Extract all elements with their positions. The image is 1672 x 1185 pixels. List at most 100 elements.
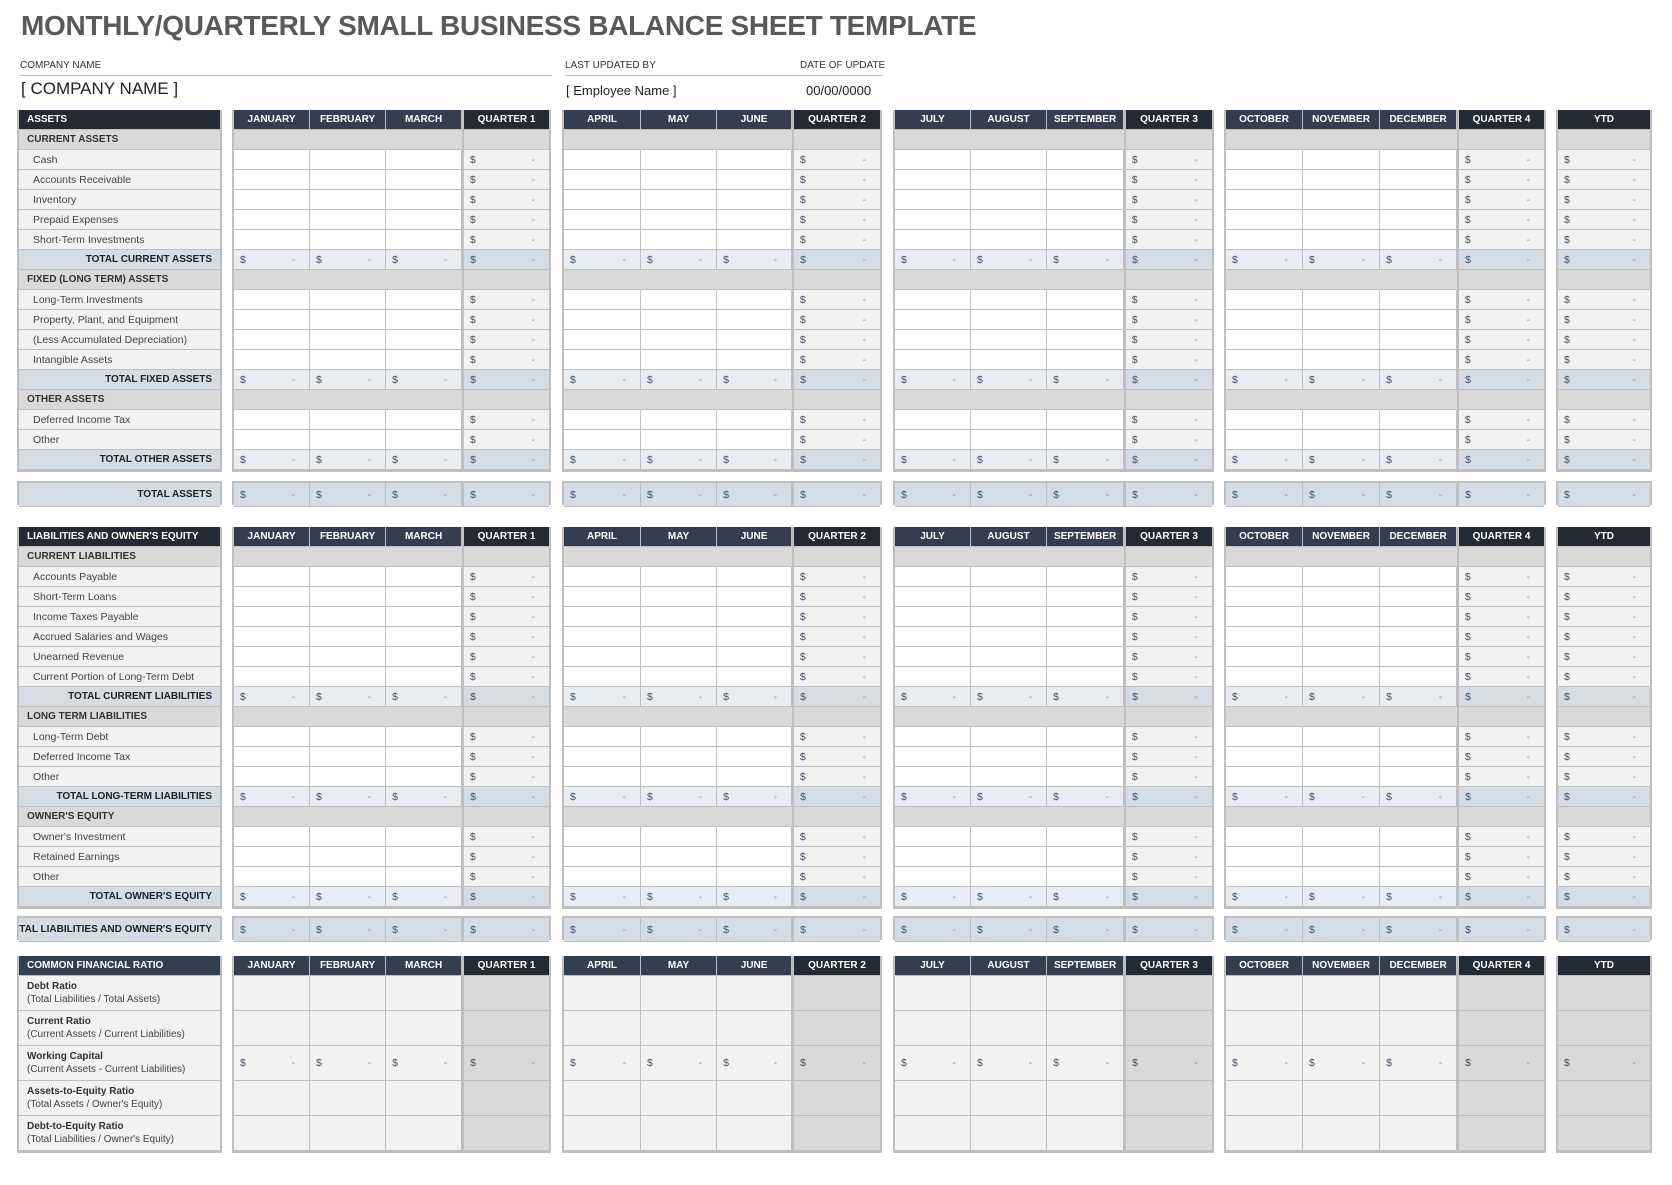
- month-input-cell[interactable]: [1379, 587, 1457, 607]
- month-input-cell[interactable]: [1226, 190, 1303, 210]
- month-input-cell[interactable]: [1302, 210, 1380, 230]
- month-input-cell[interactable]: [1302, 647, 1380, 667]
- month-input-cell[interactable]: [1379, 310, 1457, 330]
- month-input-cell[interactable]: [309, 230, 386, 250]
- month-input-cell[interactable]: [640, 587, 717, 607]
- month-input-cell[interactable]: [234, 767, 310, 787]
- month-input-cell[interactable]: [1046, 867, 1124, 887]
- month-input-cell[interactable]: [1379, 430, 1457, 450]
- month-input-cell[interactable]: [1226, 210, 1303, 230]
- month-input-cell[interactable]: [640, 230, 717, 250]
- month-input-cell[interactable]: [895, 847, 971, 867]
- month-input-cell[interactable]: [1046, 230, 1124, 250]
- employee-name-field[interactable]: [ Employee Name ]: [566, 83, 677, 98]
- month-input-cell[interactable]: [309, 290, 386, 310]
- month-input-cell[interactable]: [716, 210, 792, 230]
- month-input-cell[interactable]: [385, 230, 462, 250]
- month-input-cell[interactable]: [1226, 587, 1303, 607]
- month-input-cell[interactable]: [234, 350, 310, 370]
- month-input-cell[interactable]: [1302, 290, 1380, 310]
- month-input-cell[interactable]: [1302, 727, 1380, 747]
- month-input-cell[interactable]: [1379, 867, 1457, 887]
- month-input-cell[interactable]: [1302, 827, 1380, 847]
- month-input-cell[interactable]: [309, 190, 386, 210]
- month-input-cell[interactable]: [385, 190, 462, 210]
- month-input-cell[interactable]: [1379, 647, 1457, 667]
- month-input-cell[interactable]: [1379, 667, 1457, 687]
- month-input-cell[interactable]: [309, 410, 386, 430]
- month-input-cell[interactable]: [385, 627, 462, 647]
- month-input-cell[interactable]: [970, 190, 1047, 210]
- month-input-cell[interactable]: [234, 290, 310, 310]
- month-input-cell[interactable]: [716, 847, 792, 867]
- month-input-cell[interactable]: [970, 350, 1047, 370]
- month-input-cell[interactable]: [716, 827, 792, 847]
- month-input-cell[interactable]: [234, 190, 310, 210]
- month-input-cell[interactable]: [1302, 847, 1380, 867]
- month-input-cell[interactable]: [309, 647, 386, 667]
- month-input-cell[interactable]: [640, 430, 717, 450]
- month-input-cell[interactable]: [970, 747, 1047, 767]
- month-input-cell[interactable]: [234, 607, 310, 627]
- month-input-cell[interactable]: [564, 330, 641, 350]
- month-input-cell[interactable]: [640, 767, 717, 787]
- month-input-cell[interactable]: [716, 627, 792, 647]
- month-input-cell[interactable]: [234, 210, 310, 230]
- month-input-cell[interactable]: [970, 567, 1047, 587]
- month-input-cell[interactable]: [1046, 727, 1124, 747]
- month-input-cell[interactable]: [640, 410, 717, 430]
- month-input-cell[interactable]: [1226, 847, 1303, 867]
- month-input-cell[interactable]: [564, 667, 641, 687]
- month-input-cell[interactable]: [895, 767, 971, 787]
- month-input-cell[interactable]: [895, 350, 971, 370]
- month-input-cell[interactable]: [385, 170, 462, 190]
- month-input-cell[interactable]: [716, 747, 792, 767]
- month-input-cell[interactable]: [1379, 727, 1457, 747]
- month-input-cell[interactable]: [564, 767, 641, 787]
- month-input-cell[interactable]: [309, 150, 386, 170]
- month-input-cell[interactable]: [640, 867, 717, 887]
- month-input-cell[interactable]: [640, 350, 717, 370]
- month-input-cell[interactable]: [640, 290, 717, 310]
- month-input-cell[interactable]: [1379, 190, 1457, 210]
- month-input-cell[interactable]: [1379, 350, 1457, 370]
- month-input-cell[interactable]: [1379, 170, 1457, 190]
- month-input-cell[interactable]: [895, 747, 971, 767]
- month-input-cell[interactable]: [716, 430, 792, 450]
- month-input-cell[interactable]: [385, 150, 462, 170]
- month-input-cell[interactable]: [564, 310, 641, 330]
- month-input-cell[interactable]: [1046, 627, 1124, 647]
- month-input-cell[interactable]: [1226, 310, 1303, 330]
- month-input-cell[interactable]: [895, 567, 971, 587]
- month-input-cell[interactable]: [564, 747, 641, 767]
- month-input-cell[interactable]: [716, 607, 792, 627]
- month-input-cell[interactable]: [1379, 210, 1457, 230]
- month-input-cell[interactable]: [1226, 627, 1303, 647]
- month-input-cell[interactable]: [1302, 767, 1380, 787]
- month-input-cell[interactable]: [309, 350, 386, 370]
- month-input-cell[interactable]: [1046, 747, 1124, 767]
- month-input-cell[interactable]: [234, 170, 310, 190]
- month-input-cell[interactable]: [1046, 667, 1124, 687]
- month-input-cell[interactable]: [309, 170, 386, 190]
- month-input-cell[interactable]: [1226, 410, 1303, 430]
- month-input-cell[interactable]: [385, 290, 462, 310]
- month-input-cell[interactable]: [970, 230, 1047, 250]
- month-input-cell[interactable]: [564, 607, 641, 627]
- month-input-cell[interactable]: [385, 727, 462, 747]
- month-input-cell[interactable]: [564, 230, 641, 250]
- month-input-cell[interactable]: [385, 607, 462, 627]
- month-input-cell[interactable]: [640, 607, 717, 627]
- month-input-cell[interactable]: [970, 330, 1047, 350]
- month-input-cell[interactable]: [1046, 350, 1124, 370]
- month-input-cell[interactable]: [1379, 847, 1457, 867]
- month-input-cell[interactable]: [234, 847, 310, 867]
- month-input-cell[interactable]: [385, 767, 462, 787]
- month-input-cell[interactable]: [1379, 767, 1457, 787]
- month-input-cell[interactable]: [385, 430, 462, 450]
- month-input-cell[interactable]: [1226, 330, 1303, 350]
- month-input-cell[interactable]: [895, 410, 971, 430]
- month-input-cell[interactable]: [1046, 607, 1124, 627]
- month-input-cell[interactable]: [1226, 567, 1303, 587]
- month-input-cell[interactable]: [1226, 230, 1303, 250]
